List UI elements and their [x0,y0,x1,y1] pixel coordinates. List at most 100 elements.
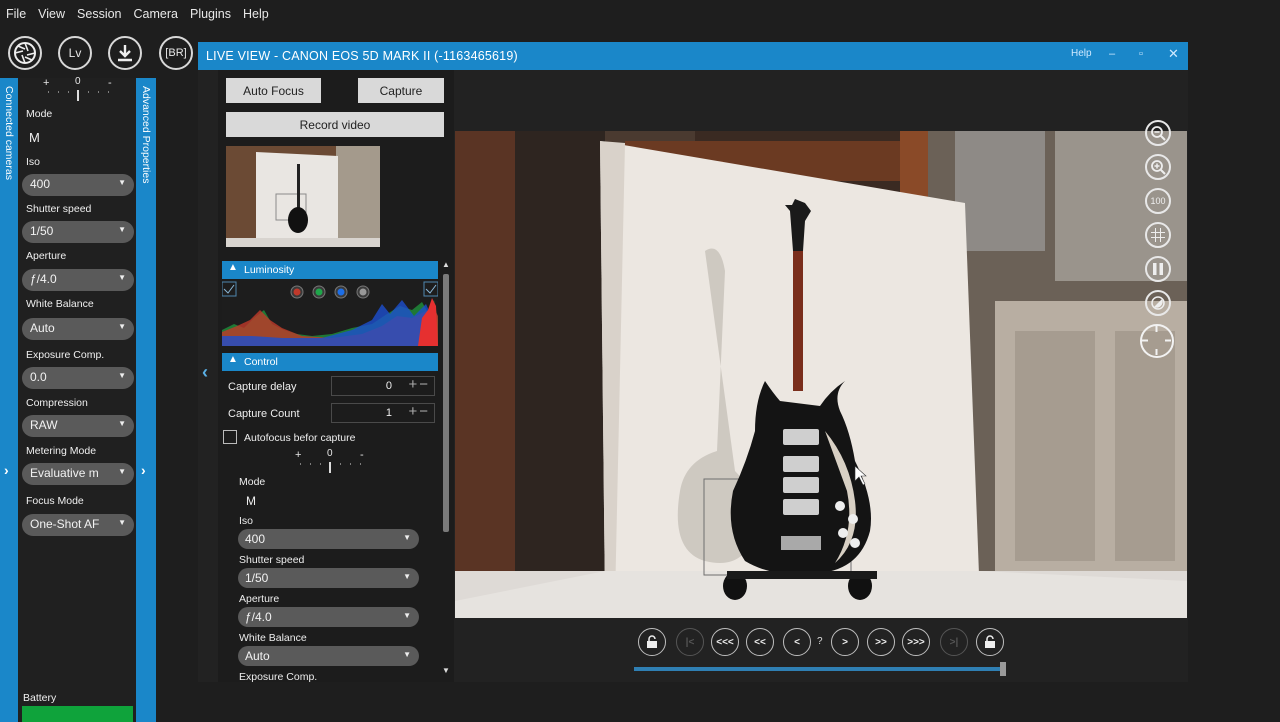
iso-label: Iso [26,156,41,168]
scroll-down-icon[interactable]: ▼ [442,666,450,675]
autofocus-before-label: Autofocus befor capture [244,432,356,444]
compression-label: Compression [26,397,88,409]
last-label: >| [949,636,959,648]
zoom-100-button[interactable]: 100 [1145,188,1171,214]
plus-minus-icon[interactable]: +− [408,376,430,393]
exposure-scale: + 0 - [40,76,116,102]
grid-icon[interactable] [1145,222,1171,248]
prev-label: < [794,636,800,648]
lock-right-icon[interactable] [976,628,1004,656]
live-view-image[interactable] [455,131,1187,618]
lv-iso-value: 400 [245,532,266,546]
menu-help[interactable]: Help [237,7,275,21]
close-icon[interactable]: ✕ [1168,46,1179,62]
bracketing-button[interactable]: [BR] [159,36,193,70]
exposure-comp-label: Exposure Comp. [26,349,105,361]
record-video-button[interactable]: Record video [226,112,444,137]
focus-target-icon[interactable] [1140,324,1174,358]
shutter-value: 1/50 [30,224,54,238]
menu-session[interactable]: Session [71,7,127,21]
minimize-icon[interactable]: – [1109,48,1115,60]
exposure-plus: + [43,77,50,89]
zoom-out-icon[interactable] [1145,120,1171,146]
shutter-select[interactable]: 1/50 ▼ [22,221,134,243]
battery-label: Battery [23,692,57,704]
pause-icon[interactable] [1145,256,1171,282]
exposure-comp-select[interactable]: 0.0 ▼ [22,367,134,389]
lv-shutter-select[interactable]: 1/50 ▼ [238,568,419,588]
last-button[interactable]: >| [940,628,968,656]
shutter-icon[interactable] [8,36,42,70]
aperture-select[interactable]: ƒ/4.0 ▼ [22,269,134,291]
exposure-zero: 0 [75,76,81,87]
first-label: |< [685,636,695,648]
help-link[interactable]: Help [1071,48,1092,59]
chevron-up-icon: ▲ [228,262,238,273]
compression-select[interactable]: RAW ▼ [22,415,134,437]
next3-button[interactable]: >>> [902,628,930,656]
capture-delay-stepper[interactable]: 0 +− [331,376,435,396]
chevron-down-icon: ▼ [403,611,411,620]
scrollbar-thumb[interactable] [443,274,449,532]
liveview-button[interactable]: Lv [58,36,92,70]
first-button[interactable]: |< [676,628,704,656]
metering-value: Evaluative m [30,466,99,480]
expand-chevron-icon[interactable]: › [141,462,146,478]
luminosity-label: Luminosity [244,264,295,276]
control-header[interactable]: ▲ Control [222,353,438,371]
next-label: > [842,636,848,648]
next2-button[interactable]: >> [867,628,895,656]
panel-scrollbar[interactable]: ▲ ▼ [440,260,452,680]
expand-chevron-icon[interactable]: › [4,462,9,478]
capture-count-stepper[interactable]: 1 +− [331,403,435,423]
chevron-down-icon: ▼ [118,273,126,282]
chevron-down-icon: ▼ [118,419,126,428]
exposure-minus: - [108,77,112,89]
advanced-properties-label: Advanced Properties [140,86,152,184]
lv-aperture-value: ƒ/4.0 [245,610,272,624]
scroll-up-icon[interactable]: ▲ [442,260,450,269]
prev2-label: << [754,636,766,648]
download-icon[interactable] [108,36,142,70]
capture-count-value: 1 [385,407,392,419]
advanced-properties-tab[interactable]: Advanced Properties › [136,78,156,722]
lv-iso-select[interactable]: 400 ▼ [238,529,419,549]
lv-mode-value: M [246,494,256,508]
zoom-in-icon[interactable] [1145,154,1171,180]
plus-minus-icon[interactable]: +− [408,403,430,420]
menu-file[interactable]: File [0,7,32,21]
prev3-button[interactable]: <<< [711,628,739,656]
exposure-plus: + [295,449,302,461]
timeline-thumb[interactable] [1000,662,1006,676]
exposure-comp-value: 0.0 [30,370,47,384]
metering-select[interactable]: Evaluative m ▼ [22,463,134,485]
chevron-left-icon[interactable]: ‹ [202,362,208,383]
chevron-up-icon: ▲ [228,354,238,365]
focus-mode-select[interactable]: One-Shot AF ▼ [22,514,134,536]
aperture-label: Aperture [26,250,67,262]
lv-white-balance-select[interactable]: Auto ▼ [238,646,419,666]
preview-thumbnail[interactable] [226,146,380,247]
white-balance-select[interactable]: Auto ▼ [22,318,134,340]
timeline-slider[interactable] [634,667,1004,671]
menu-plugins[interactable]: Plugins [184,7,237,21]
capture-button[interactable]: Capture [358,78,444,103]
autofocus-checkbox[interactable] [223,430,237,444]
exposure-zero: 0 [327,448,333,459]
menu-camera[interactable]: Camera [128,7,184,21]
prev2-button[interactable]: << [746,628,774,656]
connected-cameras-tab[interactable]: Connected cameras › [0,78,18,722]
lv-aperture-select[interactable]: ƒ/4.0 ▼ [238,607,419,627]
contrast-icon[interactable] [1145,290,1171,316]
chevron-down-icon: ▼ [118,178,126,187]
live-view-title: LIVE VIEW - CANON EOS 5D MARK II (-11634… [206,49,518,63]
menu-view[interactable]: View [32,7,71,21]
auto-focus-button[interactable]: Auto Focus [226,78,321,103]
iso-select[interactable]: 400 ▼ [22,174,134,196]
chevron-down-icon: ▼ [403,650,411,659]
lock-left-icon[interactable] [638,628,666,656]
next-button[interactable]: > [831,628,859,656]
luminosity-header[interactable]: ▲ Luminosity [222,261,438,279]
maximize-icon[interactable]: ▫ [1139,48,1143,60]
prev-button[interactable]: < [783,628,811,656]
